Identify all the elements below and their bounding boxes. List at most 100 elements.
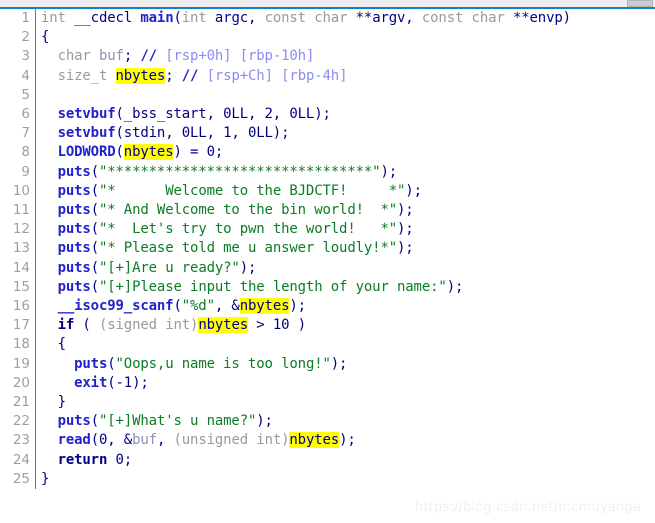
highlighted-identifier[interactable]: nbytes (239, 298, 290, 315)
line-content[interactable]: } (36, 393, 655, 412)
line-content[interactable]: LODWORD(nbytes) = 0; (36, 143, 655, 162)
line-number: 17 (0, 316, 36, 336)
line-number: 16 (0, 297, 36, 317)
token-punct: ( (90, 163, 99, 180)
line-content[interactable]: return 0; (36, 451, 655, 470)
line-number: 6 (0, 105, 36, 125)
line-content[interactable]: puts("* Welcome to the BJDCTF! *"); (36, 182, 655, 201)
token-args: (-1); (107, 374, 149, 391)
line-content[interactable]: puts("[+]Are u ready?"); (36, 259, 655, 278)
token-function: puts (57, 278, 91, 295)
token-comment: [rsp+0h] [rbp-10h] (156, 48, 315, 65)
token-function: __isoc99_scanf (57, 298, 174, 315)
highlighted-identifier[interactable]: nbytes (115, 67, 165, 84)
token-text: argc, (206, 10, 265, 26)
code-line: 1 int __cdecl main(int argc, const char … (0, 9, 655, 29)
line-content[interactable]: __isoc99_scanf("%d", &nbytes); (36, 297, 655, 316)
token-function: puts (57, 240, 91, 257)
line-number: 9 (0, 162, 36, 182)
token-text: **argv, (347, 10, 422, 26)
token-punct: ( (173, 298, 182, 315)
line-content[interactable]: { (36, 28, 655, 47)
line-content[interactable]: puts("[+]Please input the length of your… (36, 278, 655, 297)
line-content[interactable]: char buf; // [rsp+0h] [rbp-10h] (36, 47, 655, 66)
line-content[interactable]: size_t nbytes; // [rsp+Ch] [rbp-4h] (36, 67, 655, 86)
highlighted-identifier[interactable]: nbytes (289, 432, 339, 449)
line-content[interactable]: int __cdecl main(int argc, const char **… (36, 9, 655, 28)
highlighted-identifier[interactable]: nbytes (198, 317, 248, 334)
line-content[interactable]: read(0, &buf, (unsigned int)nbytes); (36, 431, 655, 450)
code-line: 18 { (0, 335, 655, 355)
line-content[interactable]: exit(-1); (36, 374, 655, 393)
line-number: 8 (0, 143, 36, 163)
token-punct: ( (90, 240, 99, 257)
line-content[interactable]: puts("* Let's try to pwn the world! *"); (36, 220, 655, 239)
token-function: setvbuf (57, 125, 116, 142)
token-string: "* Please told me u answer loudly!*" (98, 240, 398, 257)
token-variable: buf (132, 432, 157, 449)
token-brace: } (41, 470, 50, 487)
code-editor[interactable]: 1 int __cdecl main(int argc, const char … (0, 9, 655, 523)
line-number: 23 (0, 431, 36, 451)
token-punct: ); (397, 221, 414, 238)
code-line: 3 char buf; // [rsp+0h] [rbp-10h] (0, 47, 655, 67)
line-number: 19 (0, 354, 36, 374)
line-content[interactable]: { (36, 335, 655, 354)
token-text: ) = 0; (173, 144, 224, 161)
code-line: 12 puts("* Let's try to pwn the world! *… (0, 220, 655, 240)
token-punct: ); (256, 413, 273, 430)
highlighted-identifier[interactable]: nbytes (123, 144, 174, 161)
line-content[interactable] (36, 86, 655, 105)
token-punct: ( (90, 221, 99, 238)
code-line: 15 puts("[+]Please input the length of y… (0, 277, 655, 298)
code-line: 20 exit(-1); (0, 373, 655, 394)
code-line: 10 puts("* Welcome to the BJDCTF! *"); (0, 181, 655, 202)
line-content[interactable]: if ( (signed int)nbytes > 10 ) (36, 316, 655, 335)
token-text: > 10 ) (248, 317, 306, 334)
line-content[interactable]: puts("Oops,u name is too long!"); (36, 355, 655, 374)
code-line: 2 { (0, 28, 655, 48)
line-content[interactable]: puts("* And Welcome to the bin world! *"… (36, 201, 655, 220)
token-punct: ); (239, 259, 257, 276)
line-content[interactable]: setvbuf(_bss_start, 0LL, 2, 0LL); (36, 105, 655, 124)
token-string: "[+]Please input the length of your name… (98, 278, 447, 295)
code-line: 5 (0, 85, 655, 106)
line-content[interactable]: puts("* Please told me u answer loudly!*… (36, 239, 655, 258)
token-string: "%d" (181, 298, 215, 315)
token-punct: ; (165, 67, 182, 84)
code-line: 24 return 0; (0, 450, 655, 470)
code-line: 17 if ( (signed int)nbytes > 10 ) (0, 316, 655, 336)
code-line: 16 __isoc99_scanf("%d", &nbytes); (0, 297, 655, 317)
token-punct: ( (90, 182, 99, 199)
line-number: 14 (0, 258, 36, 278)
horizontal-scrollbar-thumb[interactable] (627, 0, 653, 7)
token-function: puts (57, 413, 91, 430)
token-punct: ); (330, 355, 348, 372)
token-punct: ); (446, 278, 464, 295)
line-content[interactable]: puts("[+]What's u name?"); (36, 412, 655, 431)
token-punct: ( (90, 278, 99, 295)
token-string: "Oops,u name is too long!" (115, 355, 331, 372)
token-function: puts (57, 259, 91, 276)
token-punct: ( (90, 413, 99, 430)
code-line: 4 size_t nbytes; // [rsp+Ch] [rbp-4h] (0, 66, 655, 86)
line-content[interactable]: puts("********************************")… (36, 163, 655, 182)
line-content[interactable]: } (36, 470, 655, 489)
token-comment: [rsp+Ch] [rbp-4h] (198, 67, 348, 84)
line-content[interactable]: setvbuf(stdin, 0LL, 1, 0LL); (36, 124, 655, 143)
token-args: (stdin, 0LL, 1, 0LL); (115, 125, 290, 142)
code-line: 19 puts("Oops,u name is too long!"); (0, 354, 655, 374)
token-function: exit (74, 374, 108, 391)
